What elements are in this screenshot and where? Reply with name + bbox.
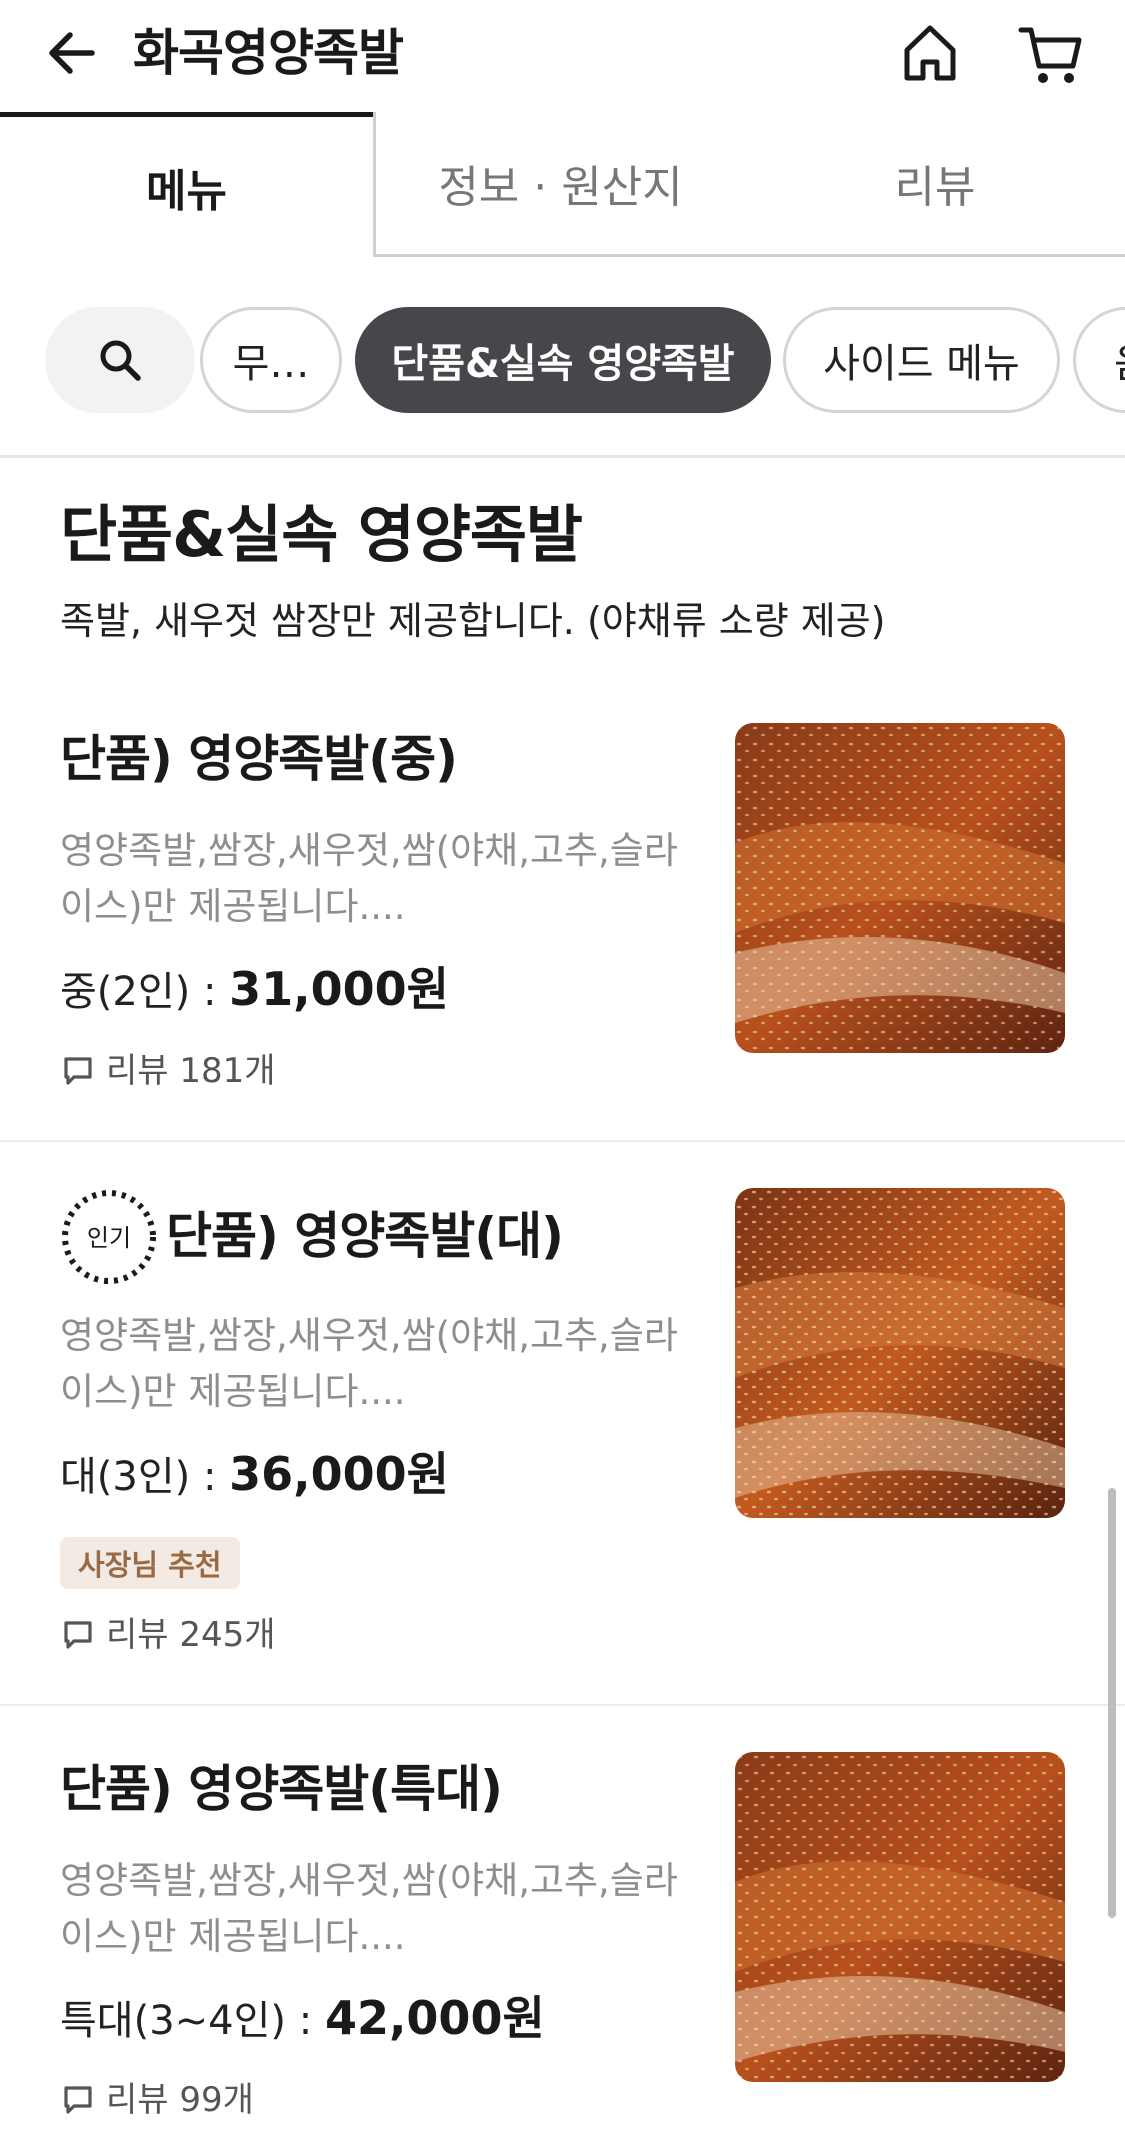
speech-bubble-icon bbox=[64, 1621, 92, 1649]
page-title: 화곡영양족발 bbox=[133, 24, 404, 82]
menu-item-price: 중(2인) : 31,000원 bbox=[60, 958, 449, 1023]
section-title: 단품&실속 영양족발 bbox=[60, 498, 583, 571]
cart-icon[interactable] bbox=[1015, 18, 1087, 90]
home-icon[interactable] bbox=[895, 18, 965, 88]
divider bbox=[0, 455, 1125, 458]
menu-item-price: 대(3인) : 36,000원 bbox=[60, 1443, 449, 1508]
review-count: 리뷰 99개 bbox=[62, 2076, 254, 2124]
tab-reviews[interactable]: 리뷰 bbox=[745, 112, 1125, 257]
review-count-text: 리뷰 181개 bbox=[106, 1051, 276, 1091]
owner-recommend-badge: 사장님 추천 bbox=[60, 1537, 240, 1589]
menu-item-name: 단품) 영양족발(대) bbox=[166, 1207, 564, 1265]
chip-category[interactable]: 음 bbox=[1073, 307, 1125, 413]
review-count: 리뷰 245개 bbox=[62, 1611, 276, 1659]
popular-badge-icon: 인기 bbox=[62, 1190, 156, 1284]
speech-bubble-icon bbox=[64, 2086, 92, 2114]
menu-item-image bbox=[735, 1188, 1065, 1518]
menu-item-description: 영양족발,쌈장,새우젓,쌈(야채,고추,슬라이스)만 제공됩니다.... bbox=[60, 829, 678, 928]
menu-item-image bbox=[735, 723, 1065, 1053]
review-count-text: 리뷰 99개 bbox=[106, 2080, 254, 2120]
arrow-left-icon[interactable] bbox=[42, 22, 104, 84]
divider bbox=[0, 1140, 1125, 1142]
tab-menu[interactable]: 메뉴 bbox=[0, 112, 373, 257]
menu-item-price: 특대(3~4인) : 42,000원 bbox=[60, 1987, 545, 2052]
chip-category[interactable]: 무… bbox=[200, 307, 342, 413]
popular-badge-label: 인기 bbox=[87, 1224, 131, 1252]
chip-category-selected[interactable]: 단품&실속 영양족발 bbox=[355, 307, 771, 413]
scrollbar[interactable] bbox=[1108, 1488, 1116, 1918]
price-option-label: 중(2인) : bbox=[60, 969, 230, 1015]
review-count: 리뷰 181개 bbox=[62, 1047, 276, 1095]
search-button[interactable] bbox=[45, 307, 195, 413]
menu-item-name: 단품) 영양족발(중) bbox=[60, 730, 458, 788]
app-header: 화곡영양족발 bbox=[0, 0, 1125, 110]
chip-category[interactable]: 사이드 메뉴 bbox=[783, 307, 1060, 413]
price-value: 31,000원 bbox=[229, 962, 450, 1016]
menu-item-description: 영양족발,쌈장,새우젓,쌈(야채,고추,슬라이스)만 제공됩니다.... bbox=[60, 1314, 678, 1413]
divider bbox=[0, 1704, 1125, 1706]
tab-info-origin[interactable]: 정보 · 원산지 bbox=[373, 112, 745, 257]
review-count-text: 리뷰 245개 bbox=[106, 1615, 276, 1655]
menu-item-description: 영양족발,쌈장,새우젓,쌈(야채,고추,슬라이스)만 제공됩니다.... bbox=[60, 1859, 678, 1958]
tab-bar: 메뉴 정보 · 원산지 리뷰 bbox=[0, 112, 1125, 260]
speech-bubble-icon bbox=[64, 1057, 92, 1085]
price-value: 42,000원 bbox=[324, 1991, 545, 2045]
price-option-label: 대(3인) : bbox=[60, 1454, 230, 1500]
menu-item-image bbox=[735, 1752, 1065, 2082]
price-option-label: 특대(3~4인) : bbox=[60, 1998, 325, 2044]
price-value: 36,000원 bbox=[229, 1447, 450, 1501]
menu-item-name: 단품) 영양족발(특대) bbox=[60, 1760, 503, 1818]
search-icon bbox=[100, 340, 141, 381]
section-description: 족발, 새우젓 쌈장만 제공합니다. (야채류 소량 제공) bbox=[60, 599, 886, 643]
category-chips: 무… 단품&실속 영양족발 사이드 메뉴 음 bbox=[0, 300, 1125, 420]
